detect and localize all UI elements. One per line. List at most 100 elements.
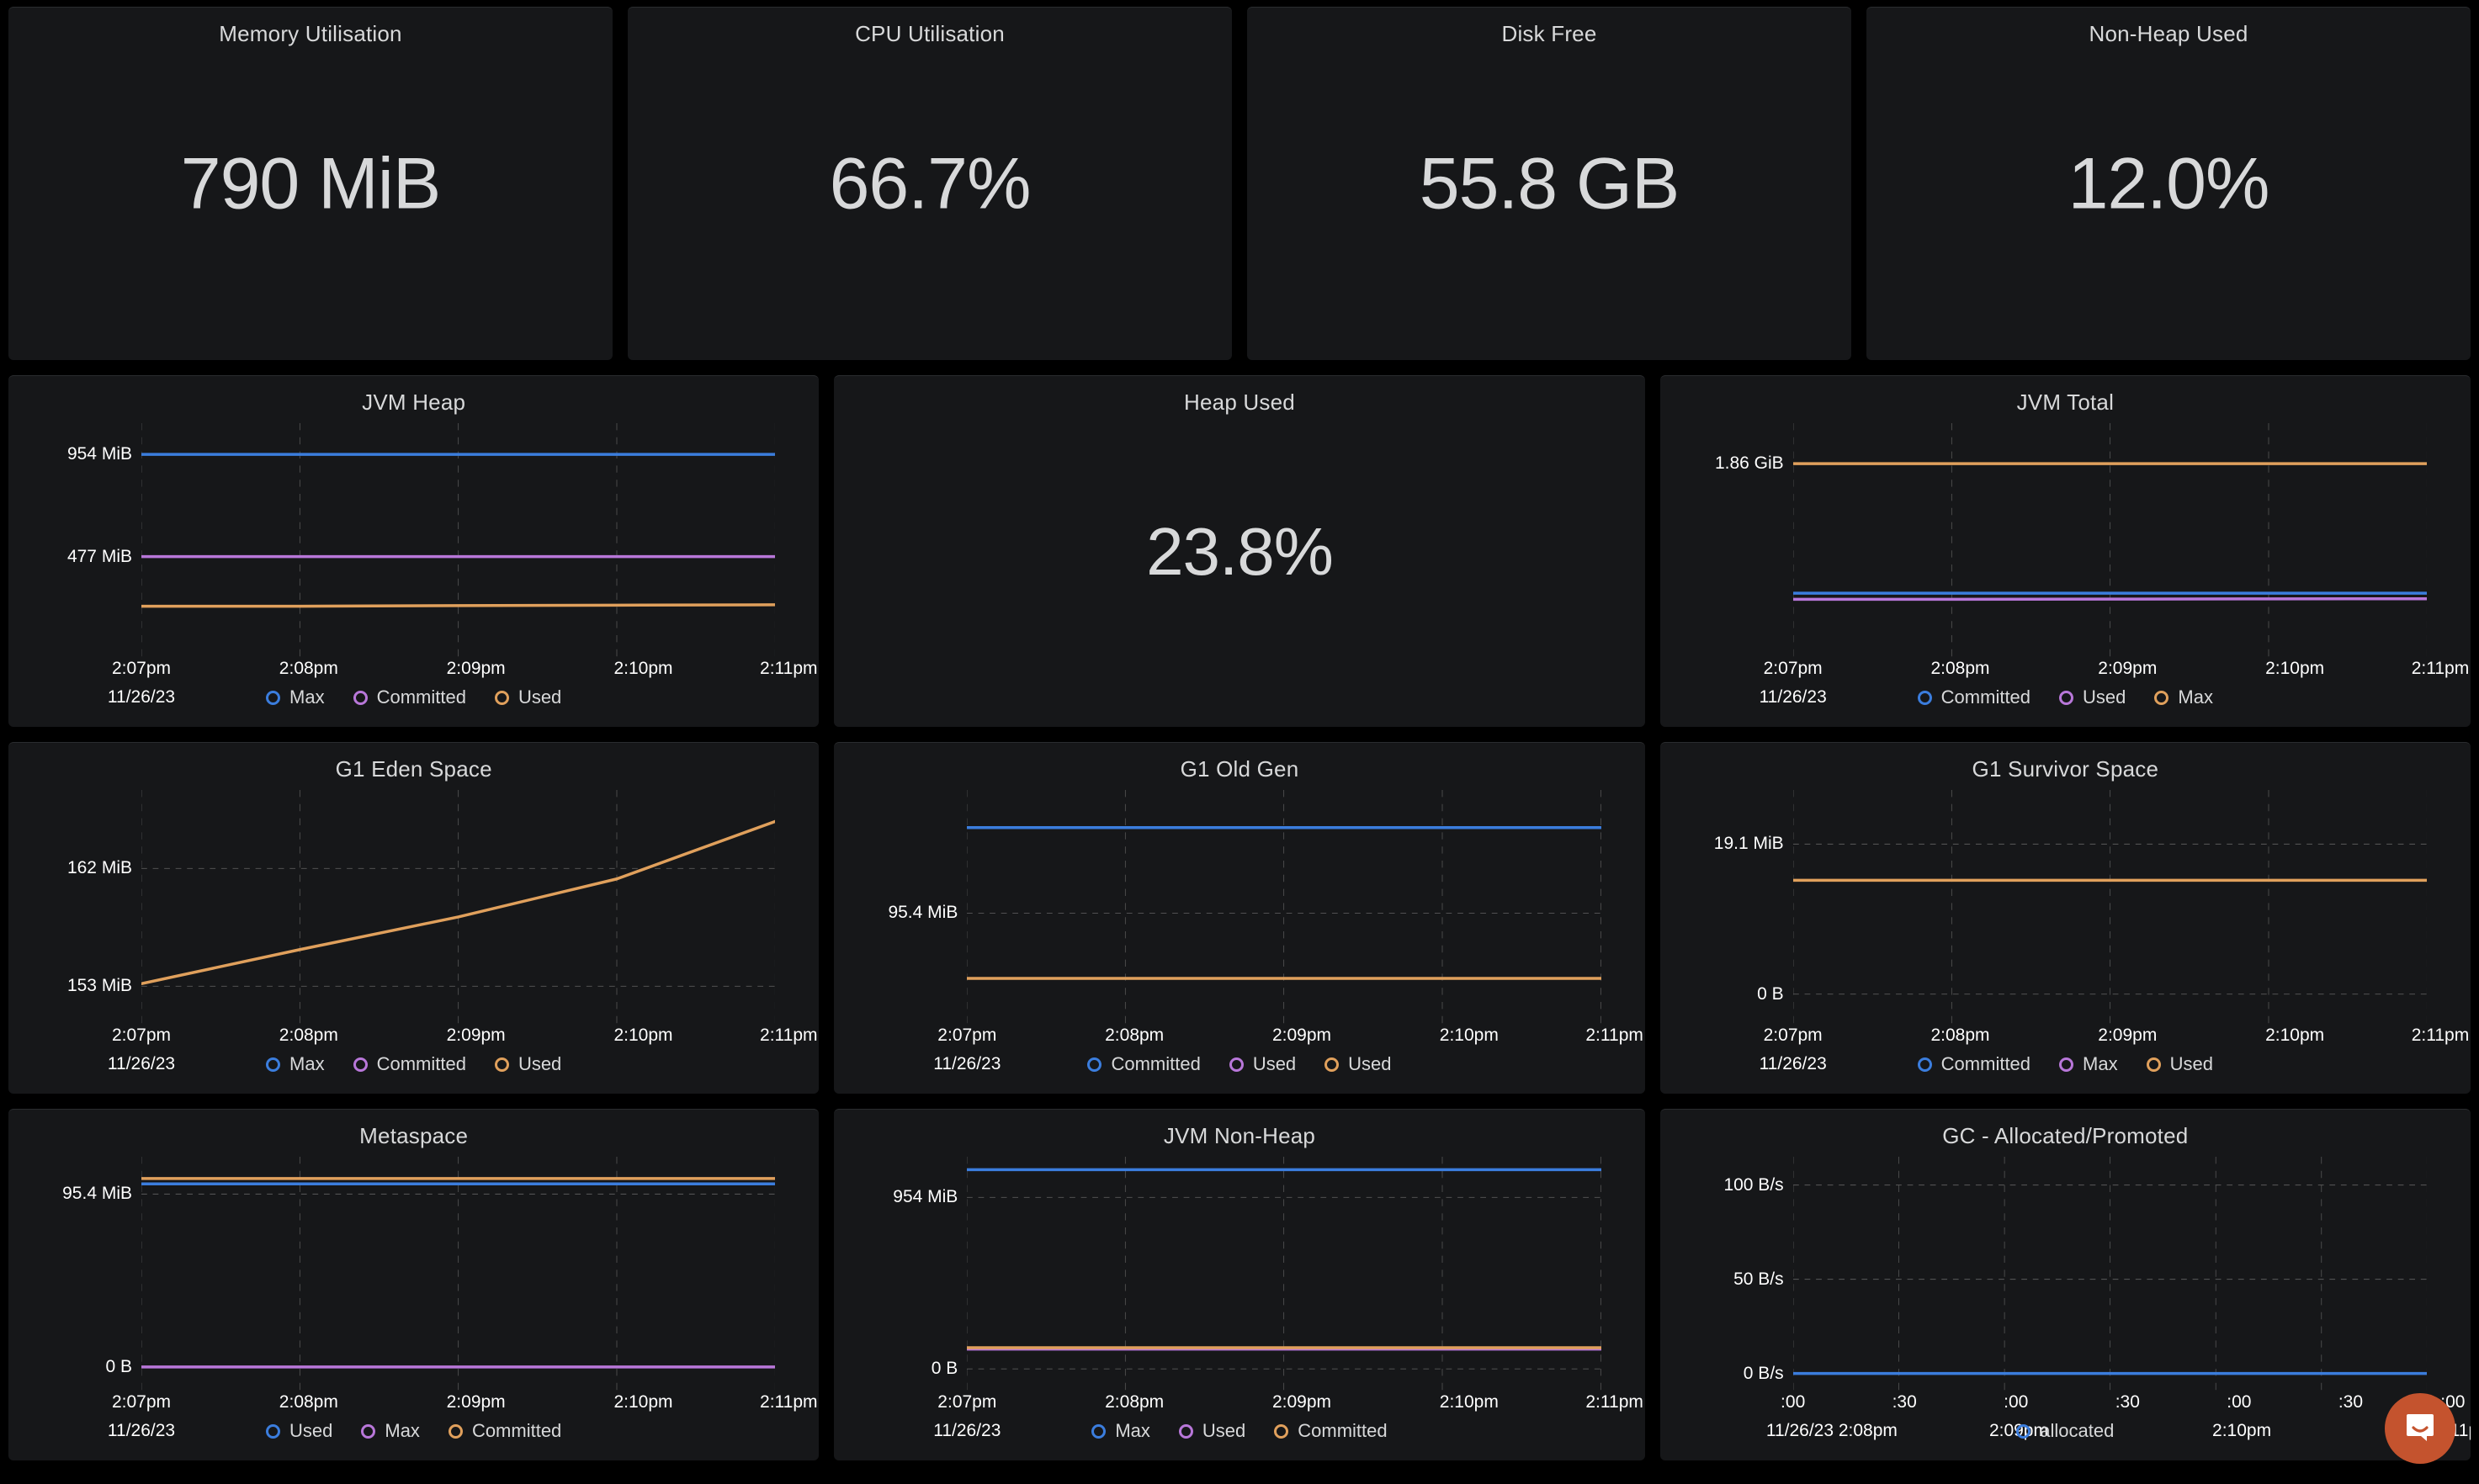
y-axis-labels: 95.4 MiB [834,790,964,1026]
legend-item[interactable]: Committed [1917,1053,2031,1075]
panel-jvm-total[interactable]: JVM Total 1.86 GiB 2:07pm 2:08pm 2:09pm 2:10p… [1659,375,2471,727]
x-axis-tick-label: 2:09pm [446,659,506,678]
legend-label: Used [2169,1053,2213,1074]
series-canvas [141,790,776,1026]
x-axis-tick-label: 2:08pm [1930,1026,1990,1045]
series-canvas [967,790,1601,1026]
legend-item[interactable]: Committed [353,686,466,708]
legend-color-circle-icon [266,690,281,705]
legend-color-circle-icon [266,1423,281,1439]
legend-item[interactable]: Used [2146,1053,2213,1075]
legend-item[interactable]: Used [494,1053,561,1075]
series-canvas [141,1157,776,1392]
legend-label: Committed [376,686,466,708]
legend-color-circle-icon [494,690,509,705]
legend-label: Max [289,1053,325,1074]
stats-row: Memory Utilisation 790 MiB CPU Utilisati… [8,7,2471,360]
panel-heap-used[interactable]: Heap Used 23.8% [834,375,1645,727]
legend-color-circle-icon [1274,1423,1289,1439]
x-axis-tick-label: 2:09pm [446,1026,506,1045]
panel-cpu-utilisation[interactable]: CPU Utilisation 66.7% [628,7,1232,360]
panel-gc-allocated-promoted[interactable]: GC - Allocated/Promoted 100 B/s 50 B/s 0 B/… [1659,1109,2471,1460]
chart-plot-area: 19.1 MiB 0 B [1660,790,2471,1026]
y-axis-tick-label: 19.1 MiB [1713,834,1784,854]
chart-plot-area: 95.4 MiB 0 B [8,1157,819,1392]
legend-item[interactable]: Max [1091,1420,1150,1442]
x-axis-tick-label: 2:09pm [446,1392,506,1412]
chart-legend: Committed Used Max [1660,686,2471,708]
x-axis-tick-label: :00 [1781,1392,1806,1412]
y-axis-tick-label: 954 MiB [66,444,132,464]
legend-color-circle-icon [353,690,368,705]
legend-color-circle-icon [2059,690,2074,705]
panel-disk-free[interactable]: Disk Free 55.8 GB [1247,7,1851,360]
x-axis-tick-label: 2:07pm [937,1392,997,1412]
legend-item[interactable]: Used [1229,1053,1296,1075]
panel-title: CPU Utilisation [855,21,1005,46]
y-axis-tick-label: 95.4 MiB [62,1184,132,1204]
legend-item[interactable]: Used [266,1420,332,1442]
stat-value: 12.0% [2068,143,2270,224]
panel-memory-utilisation[interactable]: Memory Utilisation 790 MiB [8,7,613,360]
legend-item[interactable]: Used [1324,1053,1392,1075]
legend-label: Committed [1298,1420,1388,1441]
legend-item[interactable]: Max [2154,686,2213,708]
chart-legend: Used Max Committed [8,1420,819,1442]
series-canvas [1792,1157,2427,1392]
legend-item[interactable]: Committed [1917,686,2031,708]
intercom-launcher-button[interactable] [2385,1393,2455,1464]
panel-g1-eden-space[interactable]: G1 Eden Space 162 MiB 153 MiB 2:07pm 2:08pm 2… [8,742,820,1094]
legend-item[interactable]: Committed [1087,1053,1201,1075]
x-axis-tick-label: 2:11pm [1585,1392,1643,1412]
legend-item[interactable]: Used [1178,1420,1245,1442]
panel-non-heap-used[interactable]: Non-Heap Used 12.0% [1866,7,2471,360]
legend-color-circle-icon [1324,1057,1340,1072]
x-axis-tick-label: 2:11pm [1585,1026,1643,1045]
x-axis-tick-label: 2:08pm [279,1026,338,1045]
x-axis-tick-label: 2:07pm [111,1026,172,1045]
x-axis-tick-label: 2:10pm [1439,1392,1499,1412]
y-axis-labels: 954 MiB 0 B [834,1157,964,1392]
chart-plot-area: 954 MiB 0 B [834,1157,1644,1392]
legend-item[interactable]: Committed [353,1053,466,1075]
legend-label: Committed [1940,686,2031,708]
legend-item[interactable]: Used [2059,686,2126,708]
panel-title: Disk Free [1501,21,1597,46]
legend-color-circle-icon [2016,1423,2031,1439]
y-axis-labels: 162 MiB 153 MiB [8,790,139,1026]
legend-color-circle-icon [448,1423,463,1439]
legend-color-circle-icon [1091,1423,1107,1439]
legend-item[interactable]: Used [494,686,561,708]
y-axis-labels: 954 MiB 477 MiB [8,423,139,659]
series-canvas [1792,423,2427,659]
panel-g1-survivor-space[interactable]: G1 Survivor Space 19.1 MiB 0 B 2:07pm 2:08pm… [1659,742,2471,1094]
panel-title: Heap Used [1184,390,1295,415]
panel-g1-old-gen[interactable]: G1 Old Gen 95.4 MiB 2:07pm 2:08pm 2:09pm 2:10… [834,742,1645,1094]
panel-jvm-non-heap[interactable]: JVM Non-Heap 954 MiB 0 B 2:07pm 2:08pm 2:09pm… [834,1109,1645,1460]
legend-item[interactable]: Max [266,686,325,708]
panel-jvm-heap[interactable]: JVM Heap 954 MiB 477 MiB 2:07pm 2:08pm 2:09pm… [8,375,820,727]
y-axis-tick-label: 50 B/s [1733,1269,1784,1289]
x-axis-tick-label: 2:09pm [2098,659,2158,678]
legend-item[interactable]: Max [266,1053,325,1075]
panel-metaspace[interactable]: Metaspace 95.4 MiB 0 B 2:07pm 2:08pm 2:09pm 2:… [8,1109,820,1460]
chart-plot-area: 100 B/s 50 B/s 0 B/s [1660,1157,2471,1392]
legend-label: Max [289,686,325,708]
legend-label: Committed [376,1053,466,1074]
legend-item[interactable]: Committed [1274,1420,1388,1442]
legend-label: Used [1252,1053,1297,1074]
legend-label: Committed [1940,1053,2031,1074]
legend-item[interactable]: Max [361,1420,420,1442]
y-axis-tick-label: 1.86 GiB [1714,453,1784,474]
x-axis-tick-label: 2:11pm [760,1392,818,1412]
x-axis-tick-label: 2:07pm [111,1392,172,1412]
legend-item[interactable]: Max [2059,1053,2118,1075]
legend-item[interactable]: Committed [448,1420,561,1442]
legend-item[interactable]: allocated [2016,1420,2114,1442]
y-axis-tick-label: 0 B/s [1743,1363,1784,1383]
legend-label: Used [289,1420,333,1441]
y-axis-labels: 1.86 GiB [1660,423,1791,659]
x-axis-tick-label: 2:10pm [613,1026,673,1045]
x-axis-tick-label: 2:07pm [1763,659,1823,678]
x-axis-tick-label: :30 [1892,1392,1917,1412]
